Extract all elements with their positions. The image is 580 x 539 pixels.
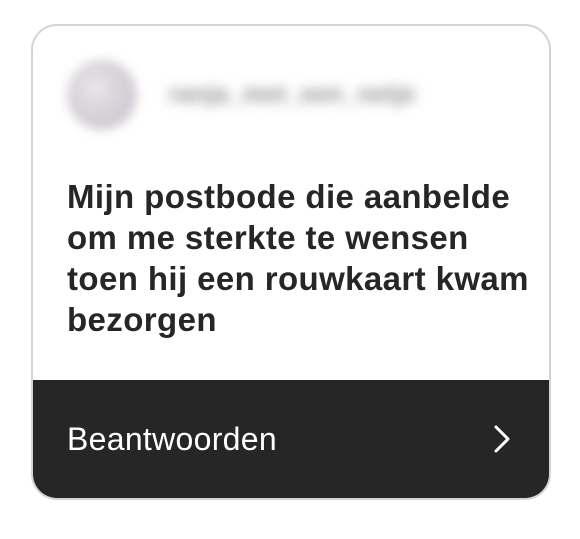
username[interactable]: ranja_met_een_netje [169, 81, 416, 109]
question-text: Mijn postbode die aanbelde om me sterkte… [67, 178, 529, 338]
avatar[interactable] [67, 60, 137, 130]
reply-button[interactable]: Beantwoorden [33, 380, 549, 498]
card-header: ranja_met_een_netje [67, 60, 519, 130]
reply-button-label: Beantwoorden [67, 420, 277, 457]
question-card: ranja_met_een_netje Mijn postbode die aa… [31, 24, 551, 500]
chevron-right-icon [494, 425, 510, 453]
